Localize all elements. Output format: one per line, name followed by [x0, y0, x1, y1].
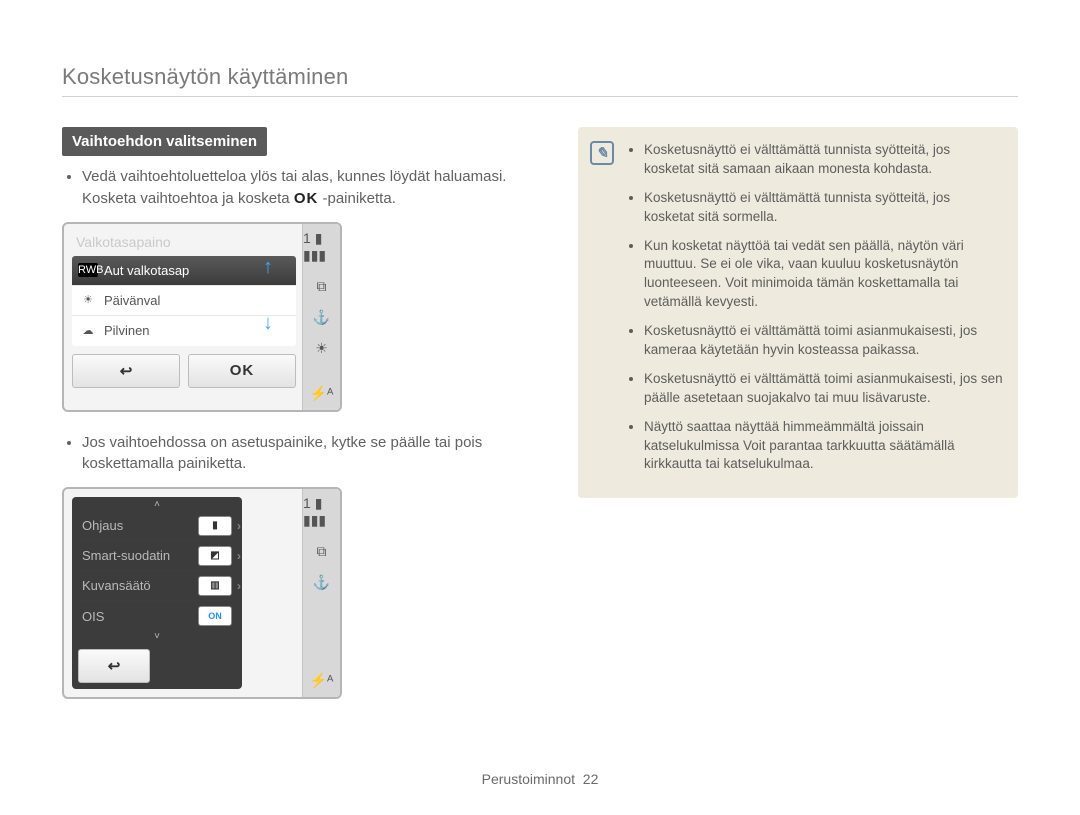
chevron-up-icon: ˄: [78, 499, 236, 511]
info-item-4: Kosketusnäyttö ei välttämättä toimi asia…: [644, 322, 1004, 360]
setting-kuva[interactable]: Kuvansäätö ▥›: [78, 571, 236, 601]
rwb-icon: RWB: [78, 263, 98, 277]
back-button[interactable]: ↩: [72, 354, 180, 388]
brightness-icon: ☀: [315, 340, 328, 357]
flash-auto-icon-2: ⚡ᴬ: [310, 672, 334, 689]
info-box: ✎ Kosketusnäyttö ei välttämättä tunnista…: [578, 127, 1018, 498]
footer-label: Perustoiminnot: [482, 771, 575, 787]
chevron-down-icon: ˅: [78, 631, 236, 643]
setting-smart-toggle[interactable]: ◩›: [198, 546, 232, 566]
setting-ohjaus-toggle[interactable]: ▮›: [198, 516, 232, 536]
setting-kuva-toggle[interactable]: ▥›: [198, 576, 232, 596]
frame-icon: ⧉: [317, 278, 327, 295]
ois-icon: ⚓: [313, 309, 330, 326]
battery-icon-2: ▮▮▮: [303, 512, 326, 528]
setting-kuva-label: Kuvansäätö: [82, 578, 151, 593]
wb-title: Valkotasapaino: [72, 232, 296, 256]
setting-ohjaus-label: Ohjaus: [82, 518, 123, 533]
camera-indicators-2: 1 ▮ ▮▮▮ ⧉ ⚓ ⚡ᴬ: [302, 489, 340, 697]
setting-ois-label: OIS: [82, 609, 104, 624]
setting-smart-label: Smart-suodatin: [82, 548, 170, 563]
page-number: 22: [583, 771, 599, 787]
ois-icon-2: ⚓: [313, 574, 330, 591]
ok-label-inline: OK: [294, 190, 319, 207]
wb-item-cloudy-label: Pilvinen: [104, 323, 150, 338]
instruction-1-tail: -painiketta.: [322, 190, 395, 207]
info-item-3: Kun kosketat näyttöä tai vedät sen pääll…: [644, 237, 1004, 313]
setting-smart[interactable]: Smart-suodatin ◩›: [78, 541, 236, 571]
wb-item-auto-label: Aut valkotasap: [104, 263, 189, 278]
info-item-5: Kosketusnäyttö ei välttämättä toimi asia…: [644, 370, 1004, 408]
setting-ois-toggle[interactable]: ON: [198, 606, 232, 626]
camera-indicators: 1 ▮ ▮▮▮ ⧉ ⚓ ☀ ⚡ᴬ: [302, 224, 340, 410]
sun-icon: ☀: [78, 293, 98, 307]
battery-icon: ▮▮▮: [303, 247, 326, 263]
info-item-2: Kosketusnäyttö ei välttämättä tunnista s…: [644, 189, 1004, 227]
frame-icon-2: ⧉: [317, 543, 327, 560]
wb-item-daylight-label: Päivänval: [104, 293, 160, 308]
info-item-6: Näyttö saattaa näyttää himmeämmältä jois…: [644, 418, 1004, 475]
setting-ois[interactable]: OIS ON: [78, 601, 236, 631]
back-button-2[interactable]: ↩: [78, 649, 150, 683]
section-heading: Vaihtoehdon valitseminen: [62, 127, 267, 156]
shot-count: 1 ▮ ▮▮▮: [303, 230, 340, 264]
scroll-arrows-icon: [258, 260, 278, 330]
screenshot-settings: ˄ Ohjaus ▮› Smart-suodatin ◩› Kuvansäätö…: [62, 487, 342, 699]
info-item-1: Kosketusnäyttö ei välttämättä tunnista s…: [644, 141, 1004, 179]
shot-count-2: 1 ▮ ▮▮▮: [303, 495, 340, 529]
cloud-icon: ☁: [78, 324, 98, 338]
instruction-2: Jos vaihtoehdossa on asetuspainike, kytk…: [82, 432, 550, 476]
page-footer: Perustoiminnot 22: [0, 771, 1080, 787]
screenshot-white-balance: Valkotasapaino RWB Aut valkotasap ☀ Päiv…: [62, 222, 342, 412]
flash-auto-icon: ⚡ᴬ: [310, 385, 334, 402]
setting-ohjaus[interactable]: Ohjaus ▮›: [78, 511, 236, 541]
instruction-1: Vedä vaihtoehtoluetteloa ylös tai alas, …: [82, 166, 550, 210]
card-icon: ▮: [315, 230, 323, 246]
info-icon: ✎: [590, 141, 614, 165]
ok-button[interactable]: OK: [188, 354, 296, 388]
card-icon-2: ▮: [315, 495, 323, 511]
page-title: Kosketusnäytön käyttäminen: [62, 64, 1018, 97]
